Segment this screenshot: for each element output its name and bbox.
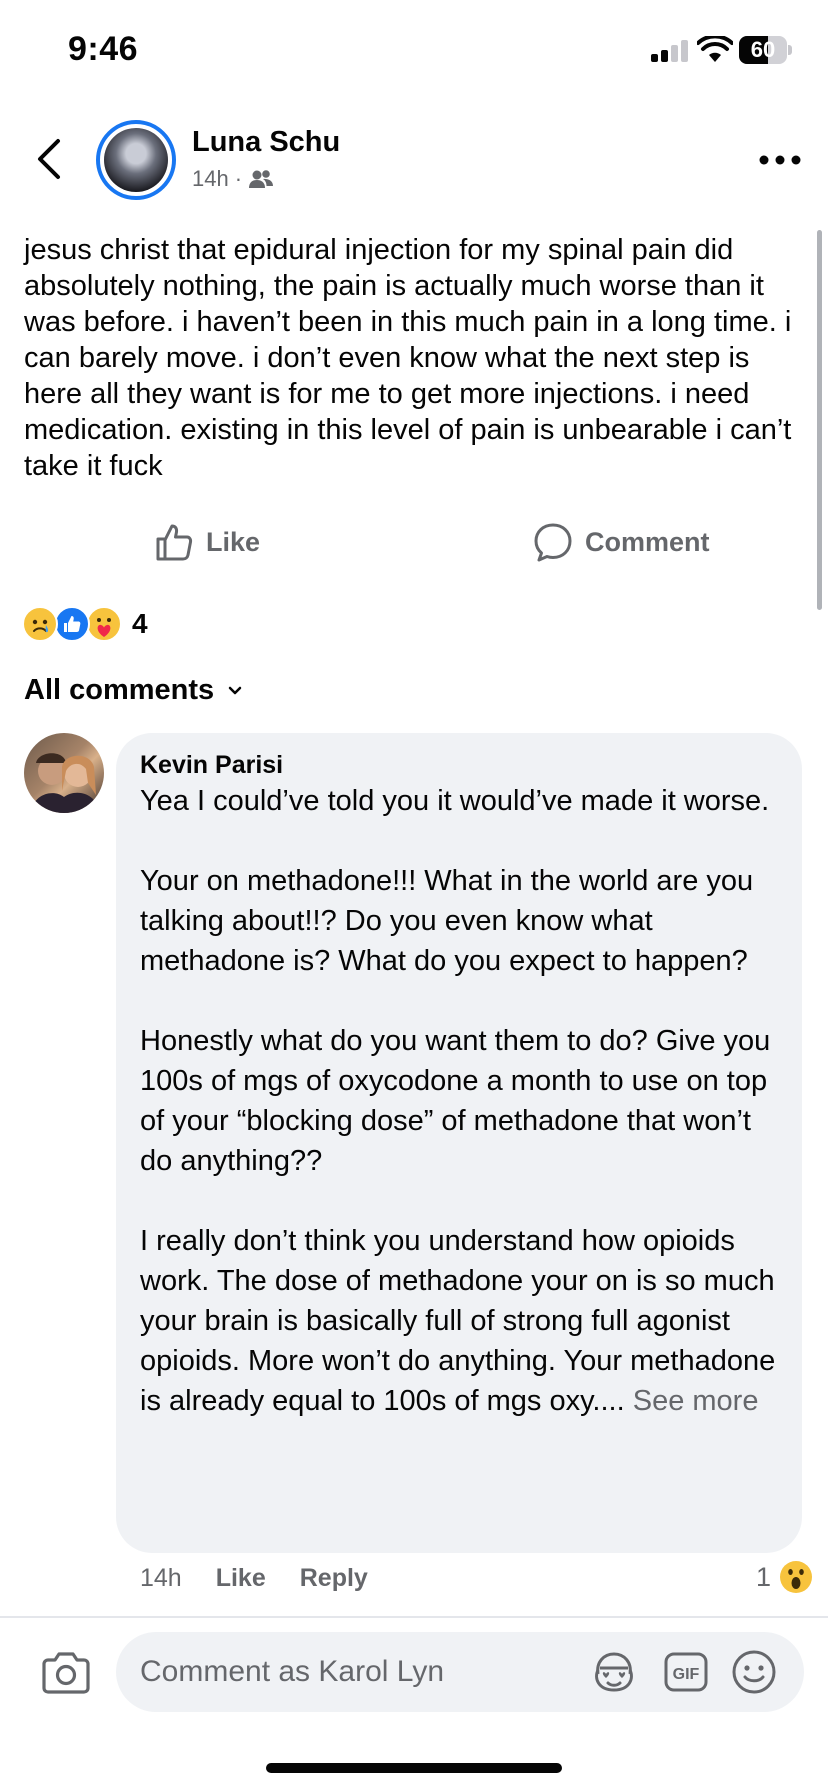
camera-icon[interactable] (40, 1650, 92, 1696)
comment-label: Comment (585, 526, 710, 557)
comment-composer[interactable]: GIF (116, 1632, 804, 1712)
post-timestamp: 14h (192, 166, 229, 191)
see-more-link[interactable]: See more (633, 1385, 759, 1417)
chevron-down-icon (228, 686, 242, 694)
comment-paragraph: Your on methadone!!! What in the world a… (140, 865, 754, 977)
gif-icon[interactable]: GIF (662, 1648, 710, 1696)
scrollbar[interactable] (817, 230, 822, 610)
comment-body: Yea I could’ve told you it would’ve made… (140, 781, 778, 1421)
wow-reaction-icon (780, 1561, 813, 1593)
comment-paragraph: Yea I could’ve told you it would’ve made… (140, 785, 770, 817)
battery-icon: 60 (739, 36, 792, 64)
like-label: Like (206, 526, 261, 557)
post-meta: 14h · (192, 166, 274, 192)
reaction-summary[interactable]: 4 (22, 604, 148, 644)
commenter-name[interactable]: Kevin Parisi (140, 749, 778, 781)
all-comments-label: All comments (24, 674, 215, 706)
sad-reaction-icon (22, 606, 58, 642)
comment-bubble-icon (534, 523, 572, 562)
post-author-name[interactable]: Luna Schu (192, 126, 340, 159)
author-avatar-image (104, 128, 168, 192)
comment-reaction-summary[interactable]: 1 (756, 1560, 813, 1594)
author-avatar[interactable] (96, 120, 176, 200)
like-button[interactable]: Like (154, 520, 260, 564)
back-chevron-icon[interactable] (30, 136, 70, 182)
commenter-photo (30, 753, 100, 813)
care-reaction-icon (86, 606, 122, 642)
comment-bubble[interactable]: Kevin Parisi Yea I could’ve told you it … (116, 733, 802, 1553)
all-comments-dropdown[interactable]: All comments (24, 674, 242, 707)
wifi-icon (697, 36, 733, 62)
thumbs-up-icon (156, 524, 193, 561)
post-text: jesus christ that epidural injection for… (24, 234, 792, 482)
more-options-icon[interactable] (758, 148, 802, 172)
comment-input[interactable] (140, 1632, 580, 1712)
comment-paragraph: Honestly what do you want them to do? Gi… (140, 1025, 771, 1177)
battery-percent: 60 (750, 37, 776, 62)
commenter-avatar[interactable] (24, 733, 104, 813)
comment-timestamp: 14h (140, 1564, 182, 1592)
comment-like-button[interactable]: Like (216, 1564, 266, 1593)
avatar-sticker-icon[interactable] (590, 1648, 638, 1696)
comment-reply-button[interactable]: Reply (300, 1564, 368, 1593)
meta-separator: · (234, 166, 243, 191)
reaction-count: 4 (132, 608, 148, 639)
comment-footer: 14h Like Reply (140, 1564, 368, 1593)
friends-icon (249, 170, 274, 188)
svg-text:GIF: GIF (673, 1666, 700, 1683)
comment-button[interactable]: Comment (533, 520, 710, 564)
composer-divider (0, 1616, 828, 1618)
comment-paragraph-last: I really don’t think you understand how … (140, 1221, 778, 1421)
home-indicator[interactable] (266, 1763, 562, 1773)
comment-reaction-count: 1 (756, 1561, 772, 1592)
like-reaction-icon (54, 606, 90, 642)
emoji-icon[interactable] (730, 1648, 778, 1696)
status-time: 9:46 (68, 30, 139, 68)
status-bar: 9:46 60 (0, 0, 828, 100)
cellular-signal-icon (651, 40, 689, 62)
